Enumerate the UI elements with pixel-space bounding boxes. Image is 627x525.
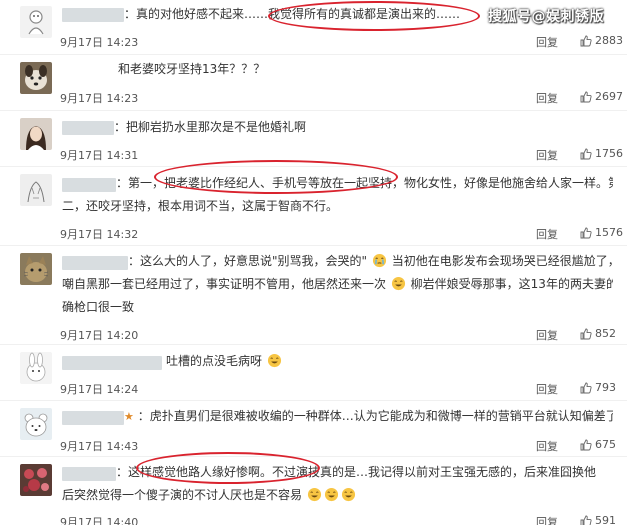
user-avatar[interactable] — [20, 62, 52, 94]
thumbs-up-icon — [580, 148, 592, 159]
divider — [0, 400, 627, 401]
username-blurred[interactable] — [62, 178, 116, 192]
like-button[interactable]: 1756 — [580, 147, 623, 160]
username-blurred[interactable] — [62, 256, 128, 270]
divider — [0, 344, 627, 345]
user-avatar[interactable] — [20, 408, 52, 440]
comment-body: 吐槽的点没毛病呀 — [166, 354, 263, 368]
comment-time: 9月17日 14:23 — [60, 36, 139, 49]
like-count: 675 — [595, 438, 616, 451]
laughing-emoji-icon — [267, 353, 281, 368]
watermark: 搜狐号@娱刺锈版 — [488, 9, 604, 25]
comment-body: 和老婆咬牙坚持13年？？？ — [118, 62, 266, 76]
username-blurred[interactable] — [62, 411, 124, 425]
username-blurred[interactable] — [62, 467, 116, 481]
comment-body: ：虎扑直男们是很难被收编的一种群体…认为它能成为和微博一样的营销平台就认知偏差了 — [137, 409, 613, 423]
like-count: 1576 — [595, 226, 623, 239]
comment-text: ：第一，把老婆比作经纪人、手机号等放在一起坚持，物化女性，好像是他施舍给人家一样… — [116, 172, 613, 195]
username-blurred[interactable] — [62, 121, 114, 135]
comment-text: ：这么大的人了，好意思说"别骂我，会哭的" 当初他在电影发布会现场哭已经很尴尬了… — [128, 250, 613, 273]
like-count: 793 — [595, 381, 616, 394]
reply-button[interactable]: 回复 — [536, 514, 558, 525]
user-avatar[interactable] — [20, 6, 52, 38]
like-button[interactable]: 793 — [580, 381, 616, 394]
like-count: 852 — [595, 327, 616, 340]
reply-button[interactable]: 回复 — [536, 226, 558, 242]
comment-text: ★ ：虎扑直男们是很难被收编的一种群体…认为它能成为和微博一样的营销平台就认知偏… — [124, 405, 613, 428]
comment-text: 二，还咬牙坚持，根本用词不当，这属于智商不行。 — [62, 195, 613, 218]
like-button[interactable]: 2697 — [580, 90, 623, 103]
divider — [0, 54, 627, 55]
comment-body: ：第一，把老婆比作经纪人、手机号等放在一起坚持，物化女性，好像是他施舍给人家一样… — [116, 176, 613, 190]
divider — [0, 110, 627, 111]
comment-body: 嘲自黑那一套已经用过了，事实证明不管用，他居然还来一次 — [62, 277, 387, 291]
thumbs-up-icon — [580, 515, 592, 525]
divider — [0, 166, 627, 167]
like-count: 1756 — [595, 147, 623, 160]
comment-time: 9月17日 14:43 — [60, 440, 139, 453]
comment-body: 确枪口很一致 — [62, 300, 135, 314]
thumbs-up-icon — [580, 35, 592, 46]
comment-time: 9月17日 14:31 — [60, 149, 139, 162]
like-count: 591 — [595, 514, 616, 525]
comment-text: 嘲自黑那一套已经用过了，事实证明不管用，他居然还来一次 柳岩伴娘受辱那事，这13… — [62, 273, 613, 296]
comment-time: 9月17日 14:40 — [60, 516, 139, 525]
thumbs-up-icon — [580, 227, 592, 238]
like-count: 2697 — [595, 90, 623, 103]
reply-button[interactable]: 回复 — [536, 147, 558, 163]
comment-body: 柳岩伴娘受辱那事，这13年的两夫妻的 — [410, 277, 613, 291]
laughing-emoji-icon — [341, 487, 355, 502]
like-button[interactable]: 1576 — [580, 226, 623, 239]
thumbs-up-icon — [580, 439, 592, 450]
comment-text: 后突然觉得一个傻子演的不讨人厌也是不容易 — [62, 484, 613, 507]
comment-text: 和老婆咬牙坚持13年？？？ — [118, 58, 613, 81]
username-blurred[interactable] — [62, 8, 124, 22]
thumbs-up-icon — [580, 91, 592, 102]
thumbs-up-icon — [580, 328, 592, 339]
comment-body: 后突然觉得一个傻子演的不讨人厌也是不容易 — [62, 488, 303, 502]
thumbs-up-icon — [580, 382, 592, 393]
comment-body: ：把柳岩扔水里那次是不是他婚礼啊 — [114, 120, 307, 134]
comment-time: 9月17日 14:20 — [60, 329, 139, 342]
reply-button[interactable]: 回复 — [536, 90, 558, 106]
like-button[interactable]: 852 — [580, 327, 616, 340]
divider — [0, 456, 627, 457]
comment-body: ：真的对他好感不起来……我觉得所有的真诚都是演出来的…… — [124, 7, 461, 21]
like-button[interactable]: 2883 — [580, 34, 623, 47]
reply-button[interactable]: 回复 — [536, 381, 558, 397]
like-button[interactable]: 675 — [580, 438, 616, 451]
user-avatar[interactable] — [20, 174, 52, 206]
vip-star-icon: ★ — [124, 410, 134, 423]
user-avatar[interactable] — [20, 118, 52, 150]
comment-time: 9月17日 14:32 — [60, 228, 139, 241]
comment-text: ：把柳岩扔水里那次是不是他婚礼啊 — [114, 116, 613, 139]
crying-emoji-icon — [372, 253, 386, 268]
username-blurred[interactable] — [62, 356, 162, 370]
like-button[interactable]: 591 — [580, 514, 616, 525]
reply-button[interactable]: 回复 — [536, 34, 558, 50]
laughing-emoji-icon — [307, 487, 321, 502]
comment-text: 确枪口很一致 — [62, 296, 613, 319]
comment-body: ：这么大的人了，好意思说"别骂我，会哭的" — [128, 254, 368, 268]
user-avatar[interactable] — [20, 352, 52, 384]
comment-text: ：这样感觉他路人缘好惨啊。不过演技真的是…我记得以前对王宝强无感的，后来准囧换他 — [116, 461, 613, 484]
comment-body: 当初他在电影发布会现场哭已经很尴尬了，自 — [391, 254, 613, 268]
comment-time: 9月17日 14:24 — [60, 383, 139, 396]
comment-body: ：这样感觉他路人缘好惨啊。不过演技真的是…我记得以前对王宝强无感的，后来准囧换他 — [116, 465, 597, 479]
comment-body: 二，还咬牙坚持，根本用词不当，这属于智商不行。 — [62, 199, 339, 213]
user-avatar[interactable] — [20, 253, 52, 285]
user-avatar[interactable] — [20, 464, 52, 496]
laughing-emoji-icon — [324, 487, 338, 502]
like-count: 2883 — [595, 34, 623, 47]
divider — [0, 245, 627, 246]
comment-text: 吐槽的点没毛病呀 — [166, 350, 613, 373]
laughing-emoji-icon — [391, 276, 405, 291]
reply-button[interactable]: 回复 — [536, 327, 558, 343]
reply-button[interactable]: 回复 — [536, 438, 558, 454]
comment-time: 9月17日 14:23 — [60, 92, 139, 105]
